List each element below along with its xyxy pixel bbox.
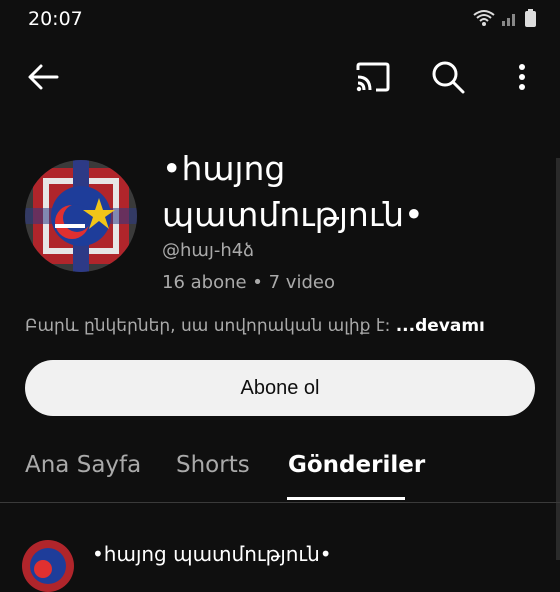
tab-home[interactable]: Ana Sayfa bbox=[25, 452, 141, 478]
wifi-icon bbox=[473, 10, 495, 26]
channel-description[interactable]: Բարև ընկերներ, սա սովորական ալիք է: ...d… bbox=[25, 316, 485, 336]
signal-icon bbox=[502, 14, 515, 26]
channel-name: •հայոց պատմություն• bbox=[162, 149, 424, 234]
status-bar: 20:07 bbox=[0, 0, 560, 40]
status-icons bbox=[473, 9, 536, 27]
channel-stats: 16 abone • 7 video bbox=[162, 272, 335, 293]
channel-logo bbox=[25, 160, 137, 272]
tabs-divider bbox=[0, 502, 560, 503]
more-options-button[interactable] bbox=[498, 53, 546, 101]
post-author-avatar[interactable] bbox=[22, 540, 74, 592]
channel-logo bbox=[22, 540, 74, 592]
tab-posts[interactable]: Gönderiler bbox=[288, 452, 425, 478]
battery-icon bbox=[525, 9, 536, 27]
back-button[interactable] bbox=[19, 53, 67, 101]
tab-shorts[interactable]: Shorts bbox=[176, 452, 250, 478]
channel-handle: @հայ-հ4ձ bbox=[162, 240, 255, 261]
more-vertical-icon bbox=[519, 64, 525, 90]
status-time: 20:07 bbox=[28, 8, 83, 30]
post-author-name[interactable]: •հայոց պատմություն• bbox=[92, 542, 332, 566]
search-button[interactable] bbox=[424, 53, 472, 101]
description-text: Բարև ընկերներ, սա սովորական ալիք է: bbox=[25, 316, 391, 336]
search-icon bbox=[432, 61, 465, 94]
channel-tabs: Ana Sayfa Shorts Gönderiler bbox=[0, 446, 560, 502]
arrow-left-icon bbox=[28, 64, 59, 90]
cast-icon bbox=[356, 62, 390, 92]
channel-avatar[interactable] bbox=[25, 160, 137, 272]
cast-button[interactable] bbox=[349, 53, 397, 101]
description-more-link[interactable]: ...devamı bbox=[396, 316, 485, 336]
active-tab-indicator bbox=[287, 497, 405, 500]
subscribe-button[interactable]: Abone ol bbox=[25, 360, 535, 416]
